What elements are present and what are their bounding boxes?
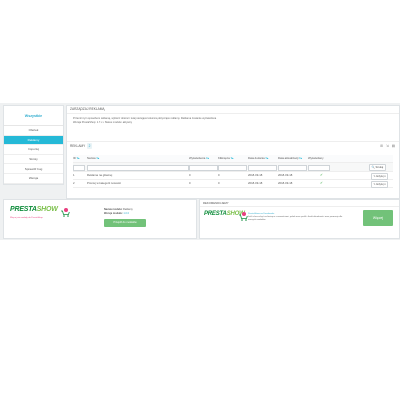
col-date-updated[interactable]: Data aktualizacji ▾▴ <box>278 155 306 162</box>
col-name[interactable]: Nazwa ▾▴ <box>87 155 187 162</box>
row-id: 1 <box>73 173 75 177</box>
panel-info: Przemiń tym sposobem reklamą, wybierz ob… <box>67 114 399 125</box>
row-name: Reklama na głównej <box>87 173 113 177</box>
cart-icon <box>61 208 70 217</box>
add-icon[interactable]: ⊞ <box>380 143 383 149</box>
module-info-panel: PRESTASHOW Więcej niż moduły do PrestaSh… <box>3 199 197 239</box>
recommend-text: PrestaShow na Facebooku Jeśli chcesz być… <box>248 213 343 222</box>
table-row: 1 Reklama na głównej 0 0 2018-09-18 2018… <box>73 172 393 180</box>
sidebar-item-ads[interactable]: Reklamy <box>4 135 63 146</box>
more-button[interactable]: Więcej <box>363 210 393 226</box>
filter-name-input[interactable] <box>87 164 189 171</box>
col-views[interactable]: Wyświetlenia ▾▴ <box>189 155 217 162</box>
toolbar-icons: ⊞ ⇲ ▤ <box>380 143 395 149</box>
sidebar-item-version[interactable]: Wersja <box>4 174 63 184</box>
row-clicks: 0 <box>218 173 220 177</box>
row-updated: 2018-09-18 <box>278 181 293 185</box>
list-count-badge: 2 <box>87 143 92 149</box>
filter-views-input[interactable] <box>189 164 218 171</box>
module-app: Wszystkie Ofertek Reklamy Importuj Skrot… <box>0 103 400 240</box>
row-views: 0 <box>189 173 191 177</box>
sidebar-item-bug[interactable]: Sprawdź bug <box>4 164 63 174</box>
table-row: 2 Promuj w kategorii nowości 0 0 2018-09… <box>73 180 393 188</box>
edit-button[interactable]: ✎ Edytuj ▾ <box>371 173 389 180</box>
sql-icon[interactable]: ▤ <box>392 143 395 149</box>
row-name: Promuj w kategorii nowości <box>87 181 121 185</box>
ads-table: ID ▾▴ Nazwa ▾▴ Wyświetlenia ▾▴ Kliknięci… <box>73 155 393 188</box>
tagline: Więcej niż moduły do PrestaShop <box>10 217 43 219</box>
recommend-body: Jeśli chcesz być na bieżąco z nowościami… <box>248 216 343 221</box>
table-header: ID ▾▴ Nazwa ▾▴ Wyświetlenia ▾▴ Kliknięci… <box>73 155 393 163</box>
row-id: 2 <box>73 181 75 185</box>
ads-panel: ZARZĄDZAJ REKLAMĄ Przemiń tym sposobem r… <box>66 105 400 199</box>
col-date-added[interactable]: Data dodania ▾▴ <box>248 155 276 162</box>
row-added: 2018-09-18 <box>248 173 263 177</box>
row-clicks: 0 <box>218 181 220 185</box>
filter-updated-input[interactable] <box>278 164 307 171</box>
recommend-panel: REKOMENDUJEMY PRESTASHOW PrestaShow na F… <box>199 199 400 239</box>
list-toolbar: REKLAMY 2 ⊞ ⇲ ▤ <box>67 141 399 150</box>
filter-added-input[interactable] <box>248 164 277 171</box>
list-title: REKLAMY 2 <box>70 143 92 149</box>
check-icon[interactable]: ✔ <box>320 180 350 187</box>
row-added: 2018-09-18 <box>248 181 263 185</box>
filter-id-input[interactable] <box>73 164 85 171</box>
panel-title: ZARZĄDZAJ REKLAMĄ <box>67 106 399 114</box>
row-views: 0 <box>189 181 191 185</box>
col-clicks[interactable]: Kliknięcia ▾▴ <box>218 155 246 162</box>
export-icon[interactable]: ⇲ <box>386 143 389 149</box>
list-title-text: REKLAMY <box>70 144 86 148</box>
col-id[interactable]: ID ▾▴ <box>73 155 81 162</box>
divider <box>200 206 399 207</box>
sidebar-item-shortcuts[interactable]: Skroty <box>4 155 63 165</box>
filter-row: 🔍 Szukaj <box>73 163 393 172</box>
filter-search-button[interactable]: 🔍 Szukaj <box>369 164 386 171</box>
check-icon[interactable]: ✔ <box>320 172 350 179</box>
sidebar: Wszystkie Ofertek Reklamy Importuj Skrot… <box>3 105 64 185</box>
col-active[interactable]: Wyświetlany <box>308 155 338 162</box>
info-line-2: Wersja PrestaShop: 1.7.x • Status modułu… <box>73 121 133 124</box>
sidebar-item-import[interactable]: Importuj <box>4 145 63 155</box>
row-updated: 2018-09-18 <box>278 173 293 177</box>
filter-active-select[interactable] <box>308 164 330 171</box>
prestashow-logo[interactable]: PRESTASHOW <box>10 206 58 213</box>
recommend-title: REKOMENDUJEMY <box>203 201 229 205</box>
edit-button[interactable]: ✎ Edytuj ▾ <box>371 181 389 188</box>
module-details: Nazwa modułu: Reklamy Wersja modułu: 1.0… <box>104 208 133 215</box>
cart-icon <box>239 212 248 221</box>
go-to-modules-button[interactable]: Przejdź do modułów <box>104 219 146 227</box>
sidebar-title: Wszystkie <box>4 106 63 126</box>
sidebar-item-offers[interactable]: Ofertek <box>4 126 63 136</box>
filter-clicks-input[interactable] <box>218 164 247 171</box>
